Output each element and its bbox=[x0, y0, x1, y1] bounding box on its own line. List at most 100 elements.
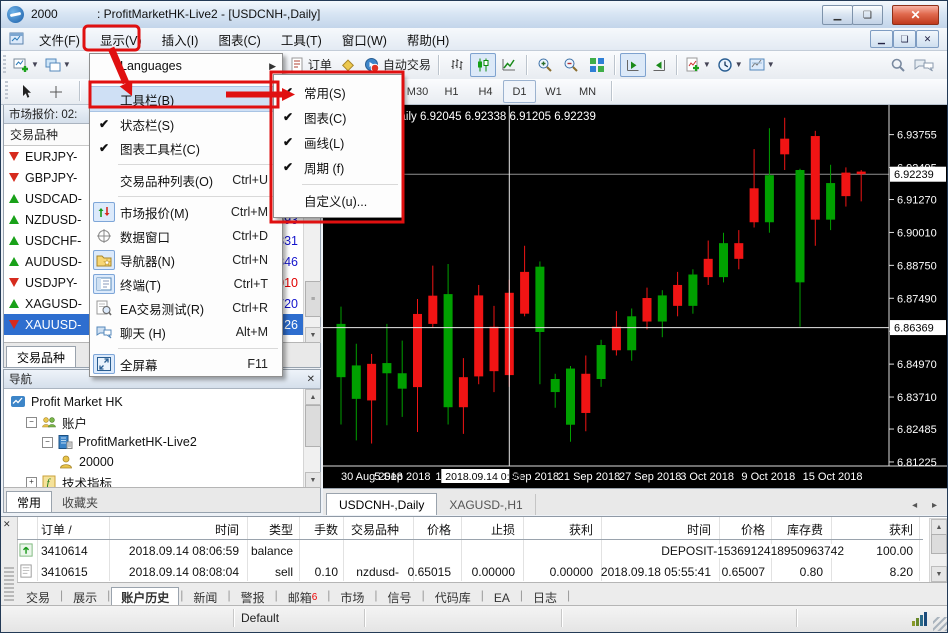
chart-shift-button[interactable] bbox=[646, 53, 672, 77]
child-minimize-button[interactable]: ▁ bbox=[870, 30, 893, 48]
menu-item-W[interactable]: 窗口(W) bbox=[332, 28, 397, 51]
candlestick-chart-button[interactable] bbox=[470, 53, 496, 77]
period-button-M30[interactable]: M30 bbox=[401, 80, 434, 103]
menu-item-图表工具栏(C)[interactable]: ✔图表工具栏(C) bbox=[90, 136, 282, 160]
scroll-up-icon[interactable]: ▲ bbox=[931, 519, 947, 535]
scroll-down-icon[interactable]: ▼ bbox=[931, 566, 947, 582]
metaeditor-button[interactable] bbox=[335, 53, 361, 77]
menu-item-终端(T)[interactable]: 终端(T)Ctrl+T bbox=[90, 272, 282, 296]
submenu-arrow-icon: ▶ bbox=[269, 61, 276, 72]
navigator-tab-常用[interactable]: 常用 bbox=[6, 491, 52, 512]
zoom-in-button[interactable] bbox=[532, 53, 558, 77]
navigator-icon bbox=[96, 252, 112, 268]
scroll-down-icon[interactable]: ▼ bbox=[305, 327, 321, 343]
chart-shift-icon bbox=[651, 57, 667, 73]
market-watch-tab-symbols[interactable]: 交易品种 bbox=[6, 346, 76, 367]
expand-icon[interactable]: + bbox=[26, 477, 37, 488]
candle-body bbox=[490, 327, 499, 371]
menu-item-市场报价(M)[interactable]: 市场报价(M)Ctrl+M bbox=[90, 200, 282, 224]
minimize-button[interactable]: ▁ bbox=[822, 5, 853, 25]
menu-item-Languages[interactable]: Languages▶ bbox=[90, 54, 282, 78]
chart-tab-USDCNH-,Daily[interactable]: USDCNH-,Daily bbox=[326, 493, 437, 515]
tree-item-20000[interactable]: 20000 bbox=[4, 452, 320, 472]
column-header-价格: 价格 bbox=[741, 521, 765, 538]
menu-item-I[interactable]: 插入(I) bbox=[152, 28, 209, 51]
submenu-item-画线(L)[interactable]: ✔画线(L) bbox=[274, 130, 402, 155]
tile-windows-button[interactable] bbox=[584, 53, 610, 77]
period-button-W1[interactable]: W1 bbox=[537, 80, 570, 103]
market-watch-icon bbox=[96, 204, 112, 220]
submenu-item-常用(S)[interactable]: ✔常用(S) bbox=[274, 80, 402, 105]
profiles-icon bbox=[45, 57, 61, 73]
close-button[interactable]: ✕ bbox=[892, 5, 939, 25]
menu-item-导航器(N)[interactable]: 导航器(N)Ctrl+N bbox=[90, 248, 282, 272]
candle-body bbox=[673, 285, 682, 306]
navigator-tab-收藏夹[interactable]: 收藏夹 bbox=[52, 492, 108, 512]
profile-name[interactable]: Default bbox=[241, 611, 279, 625]
submenu-item-自定义(u)...[interactable]: 自定义(u)... bbox=[274, 188, 402, 213]
line-chart-button[interactable] bbox=[496, 53, 522, 77]
period-button-MN[interactable]: MN bbox=[571, 80, 604, 103]
candle-body bbox=[811, 136, 820, 220]
templates-button[interactable]: ▼ bbox=[746, 53, 778, 77]
menu-item-C[interactable]: 图表(C) bbox=[208, 28, 270, 51]
child-restore-button[interactable]: ❏ bbox=[893, 30, 916, 48]
menu-separator bbox=[90, 344, 282, 352]
title-bar[interactable]: 2000 : ProfitMarketHK-Live2 - [USDCNH-,D… bbox=[1, 1, 947, 29]
submenu-item-周期 (f)[interactable]: ✔周期 (f) bbox=[274, 155, 402, 180]
terminal-scrollbar[interactable]: ▲ ▼ bbox=[929, 518, 947, 583]
scroll-down-icon[interactable]: ▼ bbox=[305, 472, 321, 488]
menu-item-F[interactable]: 文件(F) bbox=[29, 28, 90, 51]
indicators-button[interactable]: ▼ bbox=[682, 53, 714, 77]
autotrade-button[interactable]: 自动交易 bbox=[361, 53, 434, 77]
period-button-H1[interactable]: H1 bbox=[435, 80, 468, 103]
balance-icon bbox=[19, 543, 34, 558]
collapse-icon[interactable]: − bbox=[26, 417, 37, 428]
chart-tab-XAGUSD-,H1[interactable]: XAGUSD-,H1 bbox=[437, 494, 535, 515]
child-close-button[interactable]: ✕ bbox=[916, 30, 939, 48]
auto-scroll-button[interactable] bbox=[620, 53, 646, 77]
chart-tab-scroll-arrows[interactable]: ◂ ▸ bbox=[912, 500, 943, 511]
submenu-item-图表(C)[interactable]: ✔图表(C) bbox=[274, 105, 402, 130]
crosshair-button[interactable] bbox=[43, 80, 69, 104]
cell-close_price: 0.65007 bbox=[722, 565, 765, 579]
menu-item-T[interactable]: 工具(T) bbox=[271, 28, 332, 51]
terminal-tab-账户历史[interactable]: 账户历史 bbox=[111, 587, 179, 607]
resize-grip[interactable] bbox=[933, 617, 947, 631]
menu-item-H[interactable]: 帮助(H) bbox=[397, 28, 459, 51]
menu-item-工具栏(B)[interactable]: 工具栏(B) bbox=[90, 86, 282, 112]
close-icon[interactable]: ✕ bbox=[3, 519, 11, 530]
tree-item-Profit Market HK[interactable]: Profit Market HK bbox=[4, 392, 320, 412]
candle-body bbox=[597, 345, 606, 379]
chevron-down-icon: ▼ bbox=[767, 60, 775, 69]
price-chart[interactable]: 6.937556.924956.912706.900106.887506.874… bbox=[323, 104, 947, 488]
close-icon[interactable]: ✕ bbox=[307, 374, 315, 385]
new-order-button[interactable]: 订单 bbox=[286, 53, 335, 77]
navigator-scrollbar[interactable]: ▲ ▼ bbox=[303, 389, 320, 488]
bar-chart-button[interactable] bbox=[444, 53, 470, 77]
period-button-D1[interactable]: D1 bbox=[503, 80, 536, 103]
scroll-up-icon[interactable]: ▲ bbox=[305, 389, 321, 405]
cursor-button[interactable] bbox=[13, 80, 39, 104]
application-window: 2000 : ProfitMarketHK-Live2 - [USDCNH-,D… bbox=[0, 0, 948, 633]
chart-window[interactable]: 6.937556.924956.912706.900106.887506.874… bbox=[323, 104, 947, 514]
period-button-H4[interactable]: H4 bbox=[469, 80, 502, 103]
menu-item-V[interactable]: 显示(V) bbox=[90, 28, 152, 51]
column-header-手数: 手数 bbox=[314, 521, 338, 538]
profiles-button[interactable]: ▼ bbox=[42, 53, 74, 77]
menu-item-聊天 (H)[interactable]: 聊天 (H)Alt+M bbox=[90, 320, 282, 344]
menu-item-交易品种列表(O)[interactable]: 交易品种列表(O)Ctrl+U bbox=[90, 168, 282, 192]
menu-item-全屏幕[interactable]: 全屏幕F11 bbox=[90, 352, 282, 376]
menu-item-数据窗口[interactable]: 数据窗口Ctrl+D bbox=[90, 224, 282, 248]
chat-button[interactable] bbox=[911, 53, 937, 77]
new-chart-button[interactable]: ▼ bbox=[10, 53, 42, 77]
search-button[interactable] bbox=[885, 53, 911, 77]
tree-item-ProfitMarketHK-Live2[interactable]: −ProfitMarketHK-Live2 bbox=[4, 432, 320, 452]
restore-button[interactable]: ❏ bbox=[852, 5, 883, 25]
tree-item-账户[interactable]: −账户 bbox=[4, 412, 320, 432]
periods-button[interactable]: ▼ bbox=[714, 53, 746, 77]
menu-item-状态栏(S)[interactable]: ✔状态栏(S) bbox=[90, 112, 282, 136]
menu-item-EA交易测试(R)[interactable]: EA交易测试(R)Ctrl+R bbox=[90, 296, 282, 320]
zoom-out-button[interactable] bbox=[558, 53, 584, 77]
collapse-icon[interactable]: − bbox=[42, 437, 53, 448]
